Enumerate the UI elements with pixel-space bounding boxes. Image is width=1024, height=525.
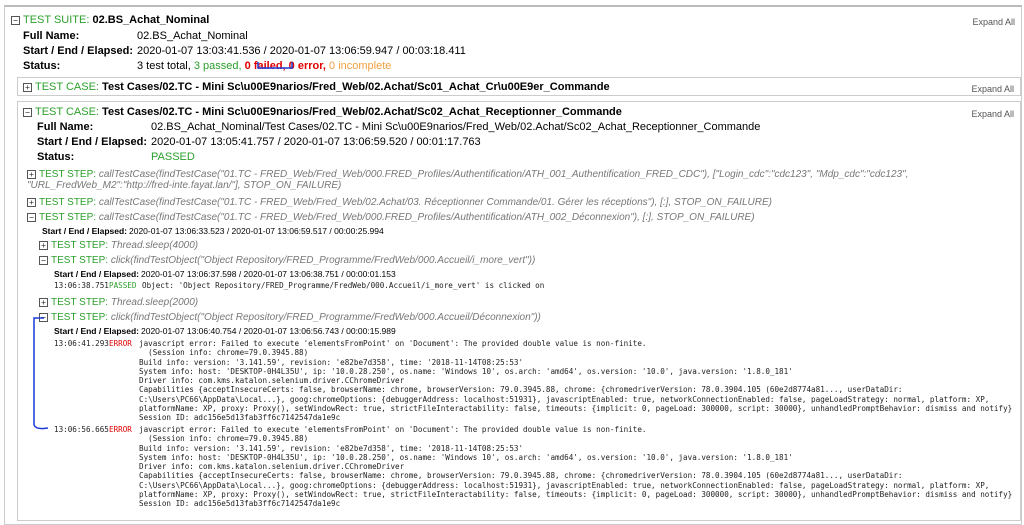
expand-icon[interactable]: + xyxy=(39,297,48,307)
collapse-icon[interactable]: − xyxy=(39,312,48,322)
label: Status: xyxy=(37,151,75,163)
log-message: javascript error: Failed to execute 'ele… xyxy=(139,425,1013,509)
expand-all-button[interactable]: Expand All xyxy=(971,107,1014,122)
collapse-icon[interactable]: − xyxy=(11,15,20,25)
step-desc: callTestCase(findTestCase("01.TC - FRED_… xyxy=(98,197,772,208)
label: Full Name: xyxy=(37,121,94,133)
time: 2020-01-07 13:05:41.757 / 2020-01-07 13:… xyxy=(151,136,481,148)
expand-all-button[interactable]: Expand All xyxy=(972,15,1015,30)
status-error: 0 error, xyxy=(285,60,326,72)
suite-name: 02.BS_Achat_Nominal xyxy=(92,14,210,26)
step-desc: click(findTestObject("Object Repository/… xyxy=(110,312,541,323)
label: Start / End / Elapsed: xyxy=(42,226,128,236)
test-step: − TEST STEP: click(findTestObject("Object… xyxy=(39,310,1020,325)
step-desc: click(findTestObject("Object Repository/… xyxy=(110,255,536,266)
collapse-icon[interactable]: − xyxy=(39,255,48,265)
test-step: − TEST STEP: click(findTestObject("Object… xyxy=(39,253,1020,268)
step-kind: TEST STEP: xyxy=(51,312,109,323)
full-name: 02.BS_Achat_Nominal/Test Cases/02.TC - M… xyxy=(151,121,761,133)
status-passed: 3 passed, xyxy=(190,60,242,72)
step-desc: Thread.sleep(4000) xyxy=(110,240,199,251)
time: 2020-01-07 13:06:33.523 / 2020-01-07 13:… xyxy=(129,226,384,236)
log-level: ERROR xyxy=(109,339,132,348)
log-time: 13:06:38.751 xyxy=(54,281,109,290)
step-kind: TEST STEP: xyxy=(51,240,109,251)
case-status: PASSED xyxy=(151,151,195,163)
suite-kind: TEST SUITE: xyxy=(23,14,90,26)
time: 2020-01-07 13:06:37.598 / 2020-01-07 13:… xyxy=(141,269,396,279)
label: Start / End / Elapsed: xyxy=(54,269,140,279)
step-kind: TEST STEP: xyxy=(39,197,97,208)
step-desc: callTestCase(findTestCase("01.TC - FRED_… xyxy=(27,169,909,191)
step-kind: TEST STEP: xyxy=(39,169,97,180)
case-name: Test Cases/02.TC - Mini Sc\u00E9narios/F… xyxy=(102,81,610,93)
full-name: 02.BS_Achat_Nominal xyxy=(137,30,248,42)
label: Start / End / Elapsed: xyxy=(23,45,134,57)
case-kind: TEST CASE: xyxy=(35,81,99,93)
case-name: Test Cases/02.TC - Mini Sc\u00E9narios/F… xyxy=(102,106,622,118)
case-kind: TEST CASE: xyxy=(35,106,99,118)
expand-icon[interactable]: + xyxy=(39,240,48,250)
collapse-icon[interactable]: − xyxy=(23,107,32,117)
test-step: + TEST STEP: callTestCase(findTestCase("0… xyxy=(27,169,967,191)
test-step: − TEST STEP: callTestCase(findTestCase("0… xyxy=(27,210,1020,225)
expand-icon[interactable]: + xyxy=(27,197,36,207)
time: 2020-01-07 13:06:40.754 / 2020-01-07 13:… xyxy=(141,326,396,336)
step-desc: callTestCase(findTestCase("01.TC - FRED_… xyxy=(98,212,755,223)
expand-all-button[interactable]: Expand All xyxy=(971,82,1014,97)
test-step: + TEST STEP: callTestCase(findTestCase("0… xyxy=(27,195,1020,210)
log-entry: 13:06:38.751PASSED Object: 'Object Reposi… xyxy=(39,281,1020,295)
label: Full Name: xyxy=(23,30,80,42)
step-desc: Thread.sleep(2000) xyxy=(110,297,199,308)
log-entry: 13:06:56.665 ERROR javascript error: Faile… xyxy=(39,425,1020,509)
label: Status: xyxy=(23,60,61,72)
expand-icon[interactable]: + xyxy=(27,169,36,179)
status-failed: 0 failed, xyxy=(241,60,286,72)
test-case-1: + TEST CASE: Test Cases/02.TC - Mini Sc\u… xyxy=(17,77,1021,96)
label: Start / End / Elapsed: xyxy=(54,326,140,336)
suite-header: − TEST SUITE: 02.BS_Achat_Nominal Expand … xyxy=(11,13,1021,28)
time: 2020-01-07 13:03:41.536 / 2020-01-07 13:… xyxy=(137,45,466,57)
test-step: + TEST STEP: Thread.sleep(4000) xyxy=(39,238,1020,253)
status-total: 3 test total, xyxy=(137,60,191,72)
step-kind: TEST STEP: xyxy=(51,297,109,308)
log-message: javascript error: Failed to execute 'ele… xyxy=(139,339,1013,423)
log-level: ERROR xyxy=(109,425,132,434)
log-level: PASSED xyxy=(109,281,137,290)
log-message: Object: 'Object Repository/FRED_Programm… xyxy=(142,281,545,290)
test-case-2: − TEST CASE: Test Cases/02.TC - Mini Sc\u… xyxy=(17,101,1021,521)
collapse-icon[interactable]: − xyxy=(27,212,36,222)
log-time: 13:06:56.665 xyxy=(54,425,109,434)
log-entry: 13:06:41.293 ERROR javascript error: Faile… xyxy=(39,339,1020,425)
test-step: + TEST STEP: Thread.sleep(2000) xyxy=(39,295,1020,310)
step-kind: TEST STEP: xyxy=(39,212,97,223)
label: Start / End / Elapsed: xyxy=(37,136,148,148)
log-time: 13:06:41.293 xyxy=(54,339,109,348)
step-kind: TEST STEP: xyxy=(51,255,109,266)
expand-icon[interactable]: + xyxy=(23,82,32,92)
status-incomplete: 0 incomplete xyxy=(325,60,392,72)
test-suite-panel: − TEST SUITE: 02.BS_Achat_Nominal Expand … xyxy=(4,5,1022,525)
